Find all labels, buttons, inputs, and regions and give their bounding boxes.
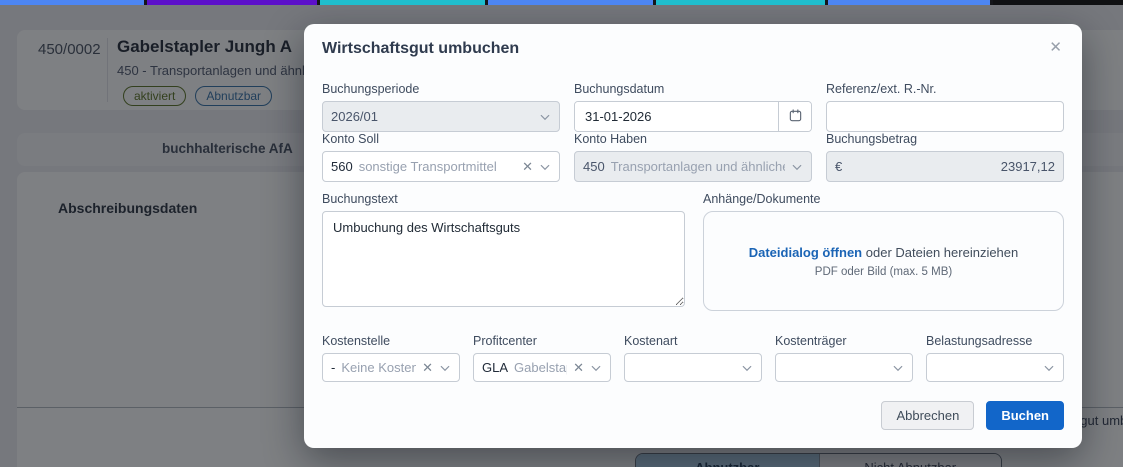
buchungsdatum-group xyxy=(574,101,812,132)
file-dialog-link[interactable]: Dateidialog öffnen xyxy=(749,245,862,260)
profitcenter-select[interactable]: GLA Gabelstapler ✕ xyxy=(473,353,611,382)
field-buchungsbetrag: Buchungsbetrag € 23917,12 xyxy=(826,132,1064,182)
kostenart-select[interactable] xyxy=(624,353,762,382)
field-referenz: Referenz/ext. R.-Nr. xyxy=(826,82,1064,132)
kostenart-label: Kostenart xyxy=(624,334,678,348)
kostenstelle-select[interactable]: - Keine Kosten ✕ xyxy=(322,353,460,382)
field-buchungstext: Buchungstext Umbuchung des Wirtschaftsgu… xyxy=(322,192,685,312)
calendar-icon xyxy=(788,108,803,126)
buchungsdatum-label: Buchungsdatum xyxy=(574,82,665,96)
field-kostentraeger: Kostenträger xyxy=(775,334,913,382)
field-kostenart: Kostenart xyxy=(624,334,762,382)
file-dropzone[interactable]: Dateidialog öffnen oder Dateien hereinzi… xyxy=(703,211,1064,311)
buchen-button[interactable]: Buchen xyxy=(986,401,1064,430)
chevron-down-icon xyxy=(1043,362,1055,374)
cancel-button[interactable]: Abbrechen xyxy=(881,401,975,430)
dialog-title: Wirtschaftsgut umbuchen xyxy=(322,40,520,57)
clear-icon[interactable]: ✕ xyxy=(422,360,433,376)
kostenstelle-code: - xyxy=(331,360,336,375)
calendar-button[interactable] xyxy=(778,102,811,131)
field-buchungsperiode: Buchungsperiode 2026/01 xyxy=(322,82,560,132)
clear-icon[interactable]: ✕ xyxy=(522,159,533,175)
tab-strip-segment xyxy=(319,0,486,5)
currency-symbol: € xyxy=(835,159,843,174)
kostenstelle-name: Keine Kosten xyxy=(341,360,417,375)
chevron-down-icon xyxy=(539,111,551,123)
kostentraeger-select[interactable] xyxy=(775,353,913,382)
konto-soll-label: Konto Soll xyxy=(322,132,379,146)
chevron-down-icon xyxy=(741,362,753,374)
buchungsperiode-select: 2026/01 xyxy=(322,101,560,132)
buchungsbetrag-value: 23917,12 xyxy=(1000,159,1055,174)
field-konto-soll: Konto Soll 560 sonstige Transportmittel … xyxy=(322,132,560,182)
buchungsbetrag-input: € 23917,12 xyxy=(826,151,1064,182)
field-konto-haben: Konto Haben 450 Transportanlagen und ähn… xyxy=(574,132,812,182)
konto-soll-name: sonstige Transportmittel xyxy=(358,159,497,174)
referenz-label: Referenz/ext. R.-Nr. xyxy=(826,82,937,96)
field-belastungsadresse: Belastungsadresse xyxy=(926,334,1064,382)
tab-strip-segment xyxy=(655,0,826,5)
buchungsdatum-input[interactable] xyxy=(575,102,778,131)
konto-haben-select: 450 Transportanlagen und ähnliches xyxy=(574,151,812,182)
referenz-input[interactable] xyxy=(826,101,1064,132)
belastungsadresse-label: Belastungsadresse xyxy=(926,334,1033,348)
buchungsperiode-label: Buchungsperiode xyxy=(322,82,420,96)
chevron-down-icon xyxy=(539,161,551,173)
tab-strip-segment xyxy=(147,0,317,5)
field-anhaenge: Anhänge/Dokumente Dateidialog öffnen ode… xyxy=(703,192,1064,311)
kostenstelle-label: Kostenstelle xyxy=(322,334,391,348)
clear-icon[interactable]: ✕ xyxy=(573,360,584,376)
buchungsperiode-value: 2026/01 xyxy=(331,109,378,124)
konto-haben-label: Konto Haben xyxy=(574,132,647,146)
dropzone-hint: PDF oder Bild (max. 5 MB) xyxy=(814,265,953,278)
dropzone-text-rest: oder Dateien hereinziehen xyxy=(865,244,1019,260)
field-buchungsdatum: Buchungsdatum xyxy=(574,82,812,132)
konto-soll-select[interactable]: 560 sonstige Transportmittel ✕ xyxy=(322,151,560,182)
chevron-down-icon xyxy=(892,362,904,374)
screen: 450/0002 Gabelstapler Jungh A 450 - Tran… xyxy=(0,0,1123,467)
profitcenter-name: Gabelstapler xyxy=(514,360,567,375)
umbuchen-dialog: Wirtschaftsgut umbuchen ✕ Buchungsperiod… xyxy=(304,24,1082,448)
close-icon[interactable]: ✕ xyxy=(1045,36,1066,59)
buchungstext-label: Buchungstext xyxy=(322,192,398,206)
buchungstext-textarea[interactable]: Umbuchung des Wirtschaftsguts xyxy=(322,211,685,307)
browser-tab-strip xyxy=(0,0,1123,5)
belastungsadresse-select[interactable] xyxy=(926,353,1064,382)
dialog-footer: Abbrechen Buchen xyxy=(881,401,1064,430)
kostentraeger-label: Kostenträger xyxy=(775,334,847,348)
tab-strip-segment xyxy=(828,0,990,5)
tab-strip-segment xyxy=(0,0,145,5)
buchungsbetrag-label: Buchungsbetrag xyxy=(826,132,918,146)
field-profitcenter: Profitcenter GLA Gabelstapler ✕ xyxy=(473,334,611,382)
dropzone-text: Dateidialog öffnen oder Dateien hereinzi… xyxy=(749,245,1019,260)
anhaenge-label: Anhänge/Dokumente xyxy=(703,192,821,206)
profitcenter-code: GLA xyxy=(482,360,509,375)
field-kostenstelle: Kostenstelle - Keine Kosten ✕ xyxy=(322,334,460,382)
chevron-down-icon xyxy=(791,161,803,173)
konto-soll-code: 560 xyxy=(331,159,353,174)
chevron-down-icon xyxy=(590,362,602,374)
tab-strip-segment xyxy=(488,0,653,5)
konto-haben-name: Transportanlagen und ähnliches xyxy=(610,159,785,174)
chevron-down-icon xyxy=(439,362,451,374)
profitcenter-label: Profitcenter xyxy=(473,334,537,348)
konto-haben-code: 450 xyxy=(583,159,605,174)
tab-strip-segment xyxy=(992,0,1123,5)
